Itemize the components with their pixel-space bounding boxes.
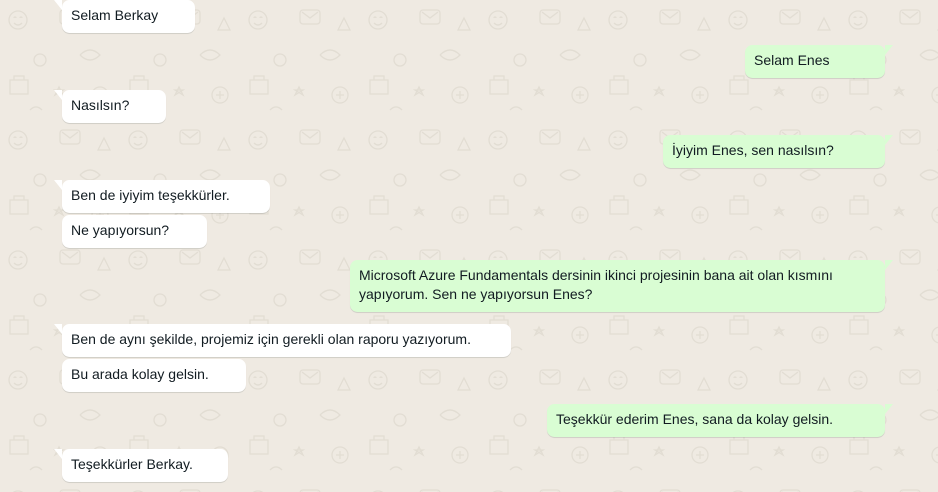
bubble-tail-icon bbox=[54, 324, 62, 334]
message-bubble-incoming[interactable]: Bu arada kolay gelsin. bbox=[62, 359, 246, 392]
message-text: Microsoft Azure Fundamentals dersinin ik… bbox=[359, 267, 833, 302]
message-text: Nasılsın? bbox=[71, 97, 130, 113]
message-text: Teşekkürler Berkay. bbox=[71, 456, 193, 472]
message-text: Ben de iyiyim teşekkürler. bbox=[71, 187, 230, 203]
bubble-tail-icon bbox=[54, 449, 62, 459]
message-bubble-incoming[interactable]: Ben de aynı şekilde, projemiz için gerek… bbox=[54, 324, 511, 357]
message-text: Selam Berkay bbox=[71, 7, 159, 23]
message-text: İyiyim Enes, sen nasılsın? bbox=[672, 142, 834, 158]
message-bubble-incoming[interactable]: Selam Berkay bbox=[54, 0, 195, 33]
message-bubble-incoming[interactable]: Ben de iyiyim teşekkürler. bbox=[54, 180, 270, 213]
message-bubble-outgoing[interactable]: Teşekkür ederim Enes, sana da kolay gels… bbox=[547, 404, 893, 437]
message-text: Selam Enes bbox=[754, 52, 830, 68]
message-bubble-incoming[interactable]: Nasılsın? bbox=[54, 90, 166, 123]
message-text: Teşekkür ederim Enes, sana da kolay gels… bbox=[556, 411, 834, 427]
bubble-tail-icon bbox=[54, 0, 62, 10]
message-bubble-incoming[interactable]: Ne yapıyorsun? bbox=[62, 215, 207, 248]
bubble-tail-icon bbox=[54, 180, 62, 190]
bubble-tail-icon bbox=[885, 135, 893, 145]
bubble-tail-icon bbox=[54, 90, 62, 100]
bubble-tail-icon bbox=[885, 45, 893, 55]
message-text: Ne yapıyorsun? bbox=[71, 222, 170, 238]
bubble-tail-icon bbox=[885, 260, 893, 270]
bubble-tail-icon bbox=[885, 404, 893, 414]
message-bubble-incoming[interactable]: Teşekkürler Berkay. bbox=[54, 449, 228, 482]
message-bubble-outgoing[interactable]: İyiyim Enes, sen nasılsın? bbox=[663, 135, 893, 168]
message-bubble-outgoing[interactable]: Microsoft Azure Fundamentals dersinin ik… bbox=[350, 260, 893, 312]
message-text: Ben de aynı şekilde, projemiz için gerek… bbox=[71, 331, 471, 347]
message-bubble-outgoing[interactable]: Selam Enes bbox=[745, 45, 893, 78]
message-text: Bu arada kolay gelsin. bbox=[71, 366, 209, 382]
